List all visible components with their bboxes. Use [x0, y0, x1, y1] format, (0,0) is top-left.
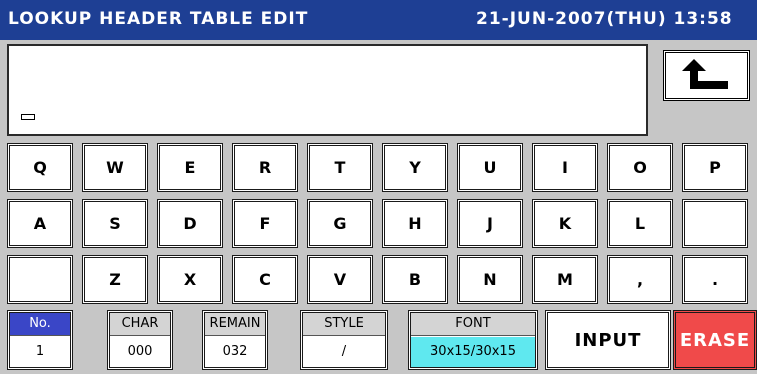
- key-j[interactable]: J: [457, 199, 523, 248]
- key-z[interactable]: Z: [82, 255, 148, 304]
- key-m[interactable]: M: [532, 255, 598, 304]
- number-value: 1: [35, 344, 45, 359]
- return-arrow-icon: [682, 59, 728, 89]
- title-bar: LOOKUP HEADER TABLE EDIT 21-JUN-2007(THU…: [0, 0, 757, 40]
- remain-field: REMAIN 032: [202, 310, 268, 370]
- key-y[interactable]: Y: [382, 143, 448, 192]
- text-entry-area[interactable]: [7, 44, 648, 136]
- key-q[interactable]: Q: [7, 143, 73, 192]
- key-i[interactable]: I: [532, 143, 598, 192]
- font-value: 30x15/30x15: [411, 337, 535, 367]
- key-g[interactable]: G: [307, 199, 373, 248]
- number-label: No.: [10, 313, 70, 336]
- remain-value: 032: [222, 344, 248, 359]
- key-k[interactable]: K: [532, 199, 598, 248]
- key-d[interactable]: D: [157, 199, 223, 248]
- key-v[interactable]: V: [307, 255, 373, 304]
- key-t[interactable]: T: [307, 143, 373, 192]
- key-h[interactable]: H: [382, 199, 448, 248]
- input-button[interactable]: INPUT: [545, 310, 671, 370]
- font-label: FONT: [411, 313, 535, 336]
- key-f[interactable]: F: [232, 199, 298, 248]
- key-a[interactable]: A: [7, 199, 73, 248]
- key-n[interactable]: N: [457, 255, 523, 304]
- number-field[interactable]: No. 1: [7, 310, 73, 370]
- font-field[interactable]: FONT 30x15/30x15: [408, 310, 538, 370]
- key-s[interactable]: S: [82, 199, 148, 248]
- key-x[interactable]: X: [157, 255, 223, 304]
- char-label: CHAR: [110, 313, 170, 336]
- key-blank-right[interactable]: [682, 199, 748, 248]
- style-value: /: [341, 344, 347, 359]
- key-w[interactable]: W: [82, 143, 148, 192]
- style-field[interactable]: STYLE /: [300, 310, 388, 370]
- key-r[interactable]: R: [232, 143, 298, 192]
- date-time: 21-JUN-2007(THU) 13:58: [476, 9, 733, 29]
- key-c[interactable]: C: [232, 255, 298, 304]
- key-e[interactable]: E: [157, 143, 223, 192]
- style-label: STYLE: [303, 313, 385, 336]
- screen-title: LOOKUP HEADER TABLE EDIT: [8, 9, 309, 29]
- key-p[interactable]: P: [682, 143, 748, 192]
- key-blank-left[interactable]: [7, 255, 73, 304]
- text-cursor: [21, 114, 35, 120]
- char-value: 000: [127, 344, 153, 359]
- key-l[interactable]: L: [607, 199, 673, 248]
- key-comma[interactable]: ,: [607, 255, 673, 304]
- remain-label: REMAIN: [205, 313, 265, 336]
- key-period[interactable]: .: [682, 255, 748, 304]
- key-o[interactable]: O: [607, 143, 673, 192]
- back-button[interactable]: [663, 50, 750, 101]
- erase-button[interactable]: ERASE: [673, 310, 757, 370]
- char-field[interactable]: CHAR 000: [107, 310, 173, 370]
- key-u[interactable]: U: [457, 143, 523, 192]
- key-b[interactable]: B: [382, 255, 448, 304]
